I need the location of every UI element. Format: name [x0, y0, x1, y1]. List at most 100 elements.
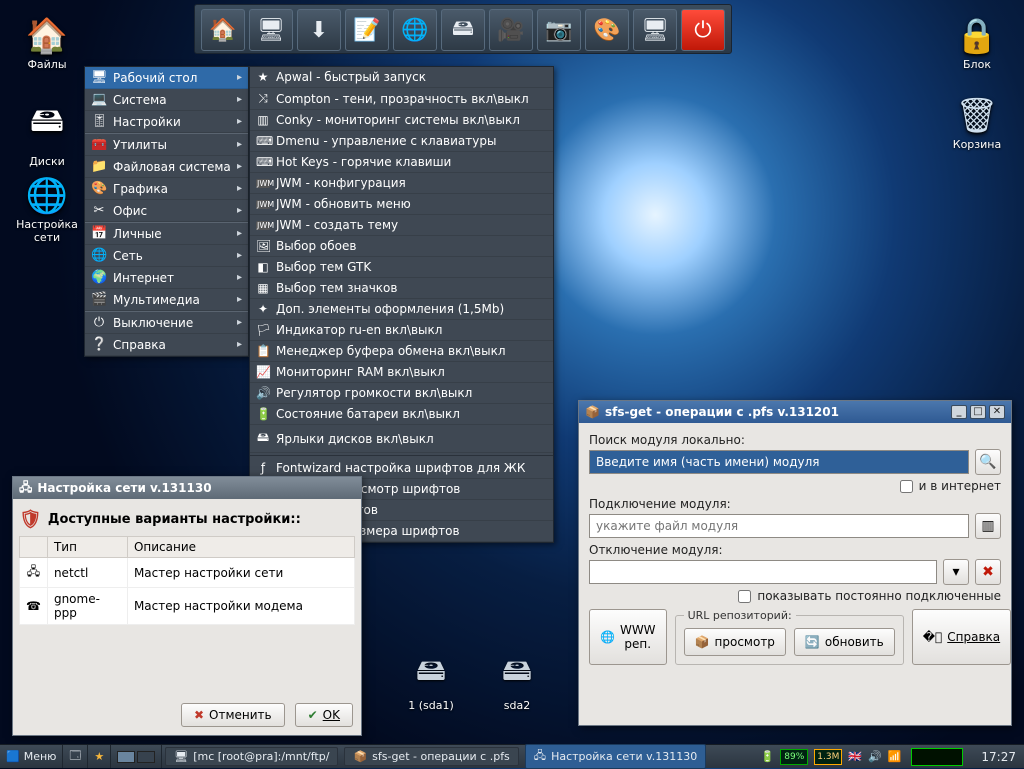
titlebar[interactable]: 📦 sfs-get - операции с .pfs v.131201 _ □…	[579, 401, 1011, 423]
desktop-icon-network[interactable]: 🌐 Настройка сети	[6, 176, 88, 244]
menu-item[interactable]: ⏻ Выключение ▸	[85, 311, 248, 334]
repo-refresh-button[interactable]: 🔄 обновить	[794, 628, 895, 656]
close-button[interactable]: ✕	[989, 405, 1005, 419]
submenu-item[interactable]: 🖼Выбор обоев	[250, 236, 553, 257]
start-menu-button[interactable]: 🟦 Меню	[0, 745, 63, 768]
launcher-paint-icon[interactable]: 🎨	[585, 9, 629, 51]
disconnect-input[interactable]	[589, 560, 937, 584]
submenu-item[interactable]: ▦Выбор тем значков	[250, 278, 553, 299]
menu-item-label: Интернет	[113, 271, 174, 285]
tray-lang-icon[interactable]: 🇬🇧	[848, 750, 862, 763]
menu-item[interactable]: 📅 Личные ▸	[85, 222, 248, 245]
submenu-item[interactable]: ⌨Dmenu - управление с клавиатуры	[250, 131, 553, 152]
menu-item[interactable]: 💻 Система ▸	[85, 89, 248, 111]
clock[interactable]: 17:27	[973, 750, 1024, 764]
internet-checkbox-input[interactable]	[900, 480, 913, 493]
launcher-camera-icon[interactable]: 📷	[537, 9, 581, 51]
launcher-download-icon[interactable]: ⬇	[297, 9, 341, 51]
menu-item[interactable]: 🖥 Рабочий стол ▸	[85, 67, 248, 89]
submenu-item[interactable]: ★Apwal - быстрый запуск	[250, 67, 553, 88]
connect-label: Подключение модуля:	[589, 497, 1001, 511]
cancel-button[interactable]: ✖ Отменить	[181, 703, 285, 727]
chevron-right-icon: ▸	[237, 339, 242, 350]
table-row[interactable]: ☎ gnome-ppp Мастер настройки модема	[20, 588, 355, 625]
submenu-item[interactable]: 🔋Состояние батареи вкл\выкл	[250, 404, 553, 425]
launcher-terminal-icon[interactable]: 🖥	[249, 9, 293, 51]
persistent-checkbox-input[interactable]	[738, 590, 751, 603]
submenu-item[interactable]: 🖴Ярлыки дисков вкл\выкл	[250, 425, 553, 453]
table-row[interactable]: 🖧 netctl Мастер настройки сети	[20, 558, 355, 588]
window-title: sfs-get - операции с .pfs v.131201	[605, 405, 839, 419]
submenu-item[interactable]: JWMJWM - создать тему	[250, 215, 553, 236]
disconnect-dropdown-button[interactable]: ▾	[943, 559, 969, 585]
submenu-item[interactable]: ⤨Compton - тени, прозрачность вкл\выкл	[250, 88, 553, 110]
menu-item[interactable]: 🌍 Интернет ▸	[85, 267, 248, 289]
launcher-home-icon[interactable]: 🏠	[201, 9, 245, 51]
search-input[interactable]: Введите имя (часть имени) модуля	[589, 450, 969, 474]
submenu-item[interactable]: JWMJWM - конфигурация	[250, 173, 553, 194]
titlebar[interactable]: 🖧 Настройка сети v.131130	[13, 477, 361, 499]
submenu-item[interactable]: ▥Conky - мониторинг системы вкл\выкл	[250, 110, 553, 131]
disk-sda1[interactable]: 🖴 1 (sda1)	[396, 648, 466, 712]
disconnect-remove-button[interactable]: ✖	[975, 559, 1001, 585]
desktop-icon-disks[interactable]: 🖴 Диски	[12, 96, 82, 168]
task-icon: 🖧	[534, 747, 546, 766]
disk-sda2[interactable]: 🖴 sda2	[482, 648, 552, 712]
menu-item[interactable]: ❔ Справка ▸	[85, 334, 248, 356]
launcher-video-icon[interactable]: 🎥	[489, 9, 533, 51]
chevron-right-icon: ▸	[237, 116, 242, 127]
search-button[interactable]: 🔍	[975, 449, 1001, 475]
taskbar-task[interactable]: 🖧 Настройка сети v.131130	[525, 744, 707, 769]
help-button[interactable]: �⃝ Справка	[912, 609, 1011, 665]
submenu-item[interactable]: JWMJWM - обновить меню	[250, 194, 553, 215]
connect-browse-button[interactable]: ▥	[975, 513, 1001, 539]
taskbar-task[interactable]: 📦 sfs-get - операции с .pfs	[344, 747, 518, 766]
menu-item-label: Файловая система	[113, 160, 231, 174]
col-type[interactable]: Тип	[47, 537, 127, 558]
desktop-icon-files[interactable]: 🏠 Файлы	[12, 16, 82, 71]
www-repo-button[interactable]: 🌐 WWW реп.	[589, 609, 667, 665]
submenu-item[interactable]: ✦Доп. элементы оформления (1,5Mb)	[250, 299, 553, 320]
submenu-item[interactable]: 🏳Индикатор ru-en вкл\выкл	[250, 320, 553, 341]
menu-item[interactable]: ✂ Офис ▸	[85, 200, 248, 222]
launcher-power-icon[interactable]: ⏻	[681, 9, 725, 51]
menu-item[interactable]: 🎬 Мультимедиа ▸	[85, 289, 248, 311]
col-desc[interactable]: Описание	[127, 537, 354, 558]
chevron-right-icon: ▸	[237, 272, 242, 283]
pager[interactable]	[111, 745, 162, 768]
connect-input[interactable]	[589, 514, 969, 538]
submenu-item[interactable]: 📈Мониторинг RAM вкл\выкл	[250, 362, 553, 383]
submenu-item-label: Ярлыки дисков вкл\выкл	[276, 432, 434, 446]
submenu-item[interactable]: 🔊Регулятор громкости вкл\выкл	[250, 383, 553, 404]
persistent-checkbox[interactable]: показывать постоянно подключенные	[589, 589, 1001, 603]
taskbar-task[interactable]: 🖥 [mc [root@pra]:/mnt/ftp/	[165, 747, 338, 766]
submenu-item-label: Conky - мониторинг системы вкл\выкл	[276, 113, 520, 127]
col-icon[interactable]	[20, 537, 48, 558]
menu-item[interactable]: 🎚 Настройки ▸	[85, 111, 248, 133]
submenu-item[interactable]: ◧Выбор тем GTK	[250, 257, 553, 278]
launcher-disk-icon[interactable]: 🖴	[441, 9, 485, 51]
menu-item[interactable]: 📁 Файловая система ▸	[85, 156, 248, 178]
chevron-right-icon: ▸	[237, 94, 242, 105]
launcher-editor-icon[interactable]: 📝	[345, 9, 389, 51]
repo-view-button[interactable]: 📦 просмотр	[684, 628, 786, 656]
internet-checkbox[interactable]: и в интернет	[589, 479, 1001, 493]
menu-item[interactable]: 🎨 Графика ▸	[85, 178, 248, 200]
desktop-icon-lock[interactable]: 🔒 Блок	[942, 16, 1012, 71]
show-desktop-button[interactable]: 🗔	[63, 745, 88, 768]
tray-battery-icon[interactable]: 🔋	[761, 750, 775, 763]
menu-item[interactable]: 🌐 Сеть ▸	[85, 245, 248, 267]
minimize-button[interactable]: _	[951, 405, 967, 419]
bookmark-icon[interactable]: ★	[88, 745, 111, 768]
maximize-button[interactable]: □	[970, 405, 986, 419]
desktop-icon-trash[interactable]: 🗑 Корзина	[942, 96, 1012, 151]
submenu-item[interactable]: ⌨Hot Keys - горячие клавиши	[250, 152, 553, 173]
launcher-screens-icon[interactable]: 🖥	[633, 9, 677, 51]
launcher-web-icon[interactable]: 🌐	[393, 9, 437, 51]
tray-volume-icon[interactable]: 🔊	[868, 750, 882, 763]
globe-icon: 🌐	[6, 176, 88, 216]
ok-button[interactable]: ✔ OK	[295, 703, 353, 727]
tray-network-icon[interactable]: 📶	[888, 750, 902, 763]
menu-item[interactable]: 🧰 Утилиты ▸	[85, 133, 248, 156]
submenu-item[interactable]: 📋Менеджер буфера обмена вкл\выкл	[250, 341, 553, 362]
